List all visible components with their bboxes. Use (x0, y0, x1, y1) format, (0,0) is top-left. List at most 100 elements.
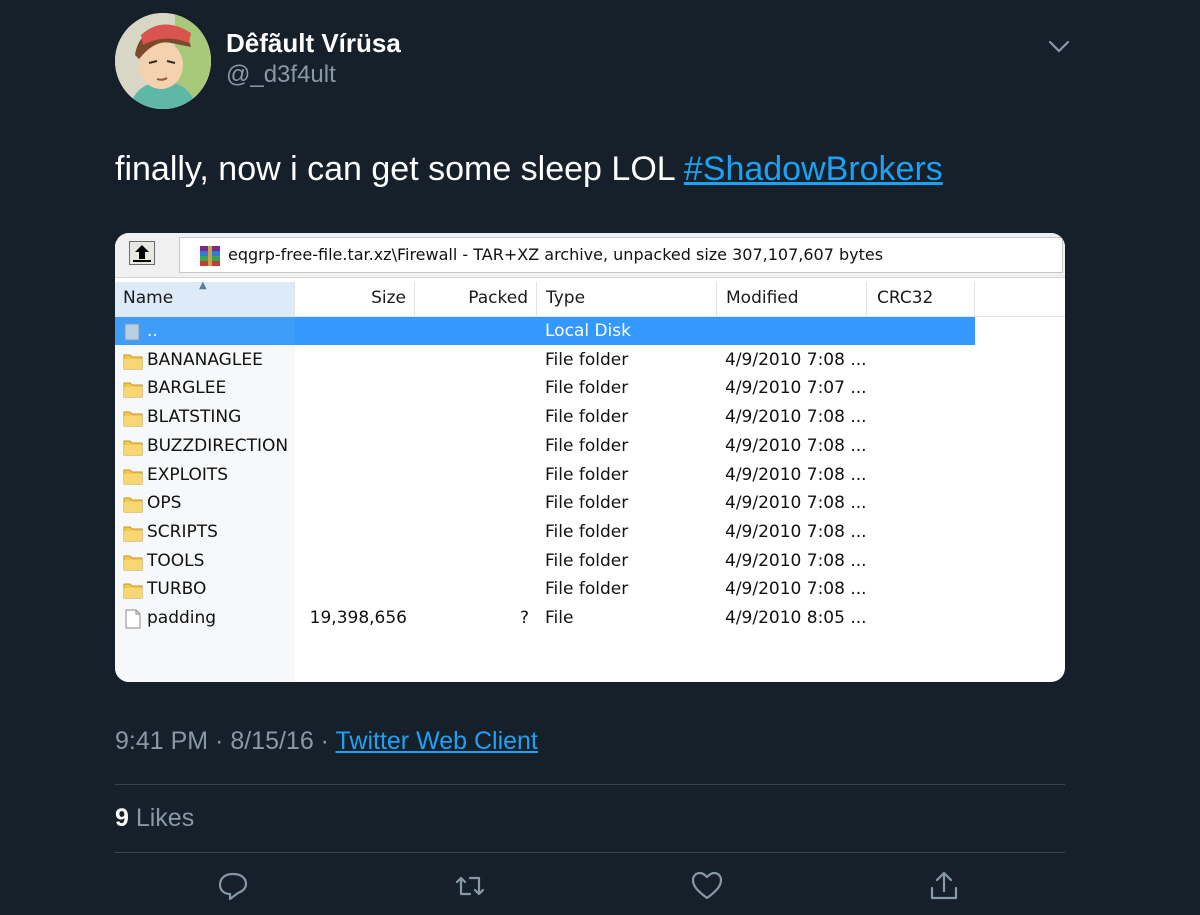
divider (115, 852, 1065, 853)
file-name-cell: BARGLEE (115, 374, 295, 402)
like-icon[interactable] (689, 868, 725, 904)
file-name-cell: EXPLOITS (115, 461, 295, 489)
column-name-label: Name (123, 288, 174, 308)
up-folder-button[interactable] (129, 241, 155, 265)
folder-icon (123, 466, 143, 484)
file-packed: ? (519, 608, 529, 628)
timestamp[interactable]: 9:41 PM · 8/15/16 · (115, 727, 336, 755)
file-name: .. (147, 321, 158, 341)
divider (115, 784, 1065, 785)
tweet-image[interactable]: eqgrp-free-file.tar.xz\Firewall - TAR+XZ… (115, 233, 1065, 682)
file-type: File folder (545, 550, 629, 571)
file-name: EXPLOITS (147, 464, 229, 485)
sort-ascending-icon: ▲ (199, 280, 207, 291)
file-row[interactable]: TURBO File folder 4/9/2010 7:08 ... (115, 575, 975, 603)
file-modified: 4/9/2010 7:07 ... (725, 378, 867, 399)
file-modified: 4/9/2010 7:08 ... (725, 521, 867, 542)
address-field[interactable]: eqgrp-free-file.tar.xz\Firewall - TAR+XZ… (179, 237, 1063, 273)
file-name: TOOLS (147, 550, 205, 571)
file-name: TURBO (147, 579, 207, 600)
file-type: File folder (545, 521, 629, 542)
file-name-cell: TOOLS (115, 547, 295, 575)
column-modified[interactable]: Modified (717, 282, 867, 316)
likes-label: Likes (128, 804, 195, 832)
hashtag-link[interactable]: #ShadowBrokers (684, 150, 943, 188)
file-icon (123, 609, 143, 629)
tweet-text: finally, now i can get some sleep LOL #S… (115, 150, 943, 189)
file-row[interactable]: BLATSTING File folder 4/9/2010 7:08 ... (115, 403, 975, 431)
archive-icon (198, 244, 222, 268)
file-modified: 4/9/2010 7:08 ... (725, 493, 867, 514)
file-name: SCRIPTS (147, 521, 218, 542)
file-modified: 4/9/2010 7:08 ... (725, 349, 867, 370)
file-modified: 4/9/2010 7:08 ... (725, 407, 867, 428)
column-size[interactable]: Size (295, 282, 415, 316)
file-modified: 4/9/2010 8:05 ... (725, 608, 867, 628)
file-row[interactable]: .. Local Disk (115, 317, 975, 345)
file-modified: 4/9/2010 7:08 ... (725, 579, 867, 600)
file-name: OPS (147, 493, 182, 514)
file-row[interactable]: TOOLS File folder 4/9/2010 7:08 ... (115, 547, 975, 575)
file-name: BLATSTING (147, 407, 242, 428)
likes-count[interactable]: 9 Likes (115, 804, 194, 833)
file-row[interactable]: BARGLEE File folder 4/9/2010 7:07 ... (115, 374, 975, 402)
retweet-icon[interactable] (452, 868, 488, 904)
folder-icon (123, 494, 143, 513)
file-name-cell: BANANAGLEE (115, 346, 295, 374)
file-modified: 4/9/2010 7:08 ... (725, 550, 867, 571)
file-modified: 4/9/2010 7:08 ... (725, 464, 867, 485)
file-type: File folder (545, 464, 629, 485)
folder-icon (123, 437, 143, 456)
file-type: Local Disk (545, 321, 631, 341)
file-row[interactable]: SCRIPTS File folder 4/9/2010 7:08 ... (115, 518, 975, 546)
file-row[interactable]: BANANAGLEE File folder 4/9/2010 7:08 ... (115, 346, 975, 374)
column-header: ▲ Name Size Packed Type Modified CRC32 (115, 280, 1065, 317)
file-name-cell: BUZZDIRECTION (115, 432, 295, 460)
tweet-meta: 9:41 PM · 8/15/16 · Twitter Web Client (115, 727, 538, 756)
file-type: File folder (545, 493, 629, 514)
column-crc32[interactable]: CRC32 (867, 282, 975, 316)
file-name-cell: TURBO (115, 575, 295, 603)
folder-icon (123, 552, 143, 571)
file-name-cell: OPS (115, 489, 295, 517)
up-folder-icon (123, 322, 143, 341)
folder-icon (123, 351, 143, 370)
file-name-cell: .. (115, 317, 295, 345)
file-row[interactable]: BUZZDIRECTION File folder 4/9/2010 7:08 ..… (115, 432, 975, 460)
handle[interactable]: @_d3f4ult (226, 61, 336, 89)
display-name[interactable]: Dêfãult Vírüsa (226, 28, 401, 59)
address-path: eqgrp-free-file.tar.xz\Firewall - TAR+XZ… (228, 245, 884, 264)
column-packed[interactable]: Packed (415, 282, 537, 316)
likes-number: 9 (115, 804, 129, 832)
file-name: BUZZDIRECTION (147, 435, 289, 456)
file-type: File folder (545, 407, 629, 428)
source-link[interactable]: Twitter Web Client (336, 727, 538, 755)
file-name-cell: padding (115, 604, 295, 632)
file-modified: 4/9/2010 7:08 ... (725, 435, 867, 456)
file-row[interactable]: padding 19,398,656? File 4/9/2010 8:05 ... (115, 604, 975, 632)
share-icon[interactable] (926, 868, 962, 904)
file-type: File folder (545, 435, 629, 456)
folder-icon (123, 580, 143, 599)
reply-icon[interactable] (215, 868, 251, 904)
file-type: File folder (545, 349, 629, 370)
file-name: padding (147, 608, 217, 628)
file-type: File (545, 608, 574, 628)
file-name-cell: SCRIPTS (115, 518, 295, 546)
tweet-text-body: finally, now i can get some sleep LOL (115, 150, 684, 188)
address-bar: eqgrp-free-file.tar.xz\Firewall - TAR+XZ… (115, 233, 1065, 278)
column-name[interactable]: ▲ Name (115, 280, 295, 316)
folder-icon (123, 523, 143, 542)
column-type[interactable]: Type (537, 282, 717, 316)
file-name: BANANAGLEE (147, 349, 263, 370)
file-type: File folder (545, 378, 629, 399)
folder-icon (123, 379, 143, 398)
avatar[interactable] (115, 13, 211, 109)
file-row[interactable]: EXPLOITS File folder 4/9/2010 7:08 ... (115, 461, 975, 489)
chevron-down-icon[interactable] (1046, 36, 1072, 56)
file-size: 19,398,656 (309, 608, 407, 628)
file-name-cell: BLATSTING (115, 403, 295, 431)
file-type: File folder (545, 579, 629, 600)
file-row[interactable]: OPS File folder 4/9/2010 7:08 ... (115, 489, 975, 517)
file-name: BARGLEE (147, 378, 227, 399)
